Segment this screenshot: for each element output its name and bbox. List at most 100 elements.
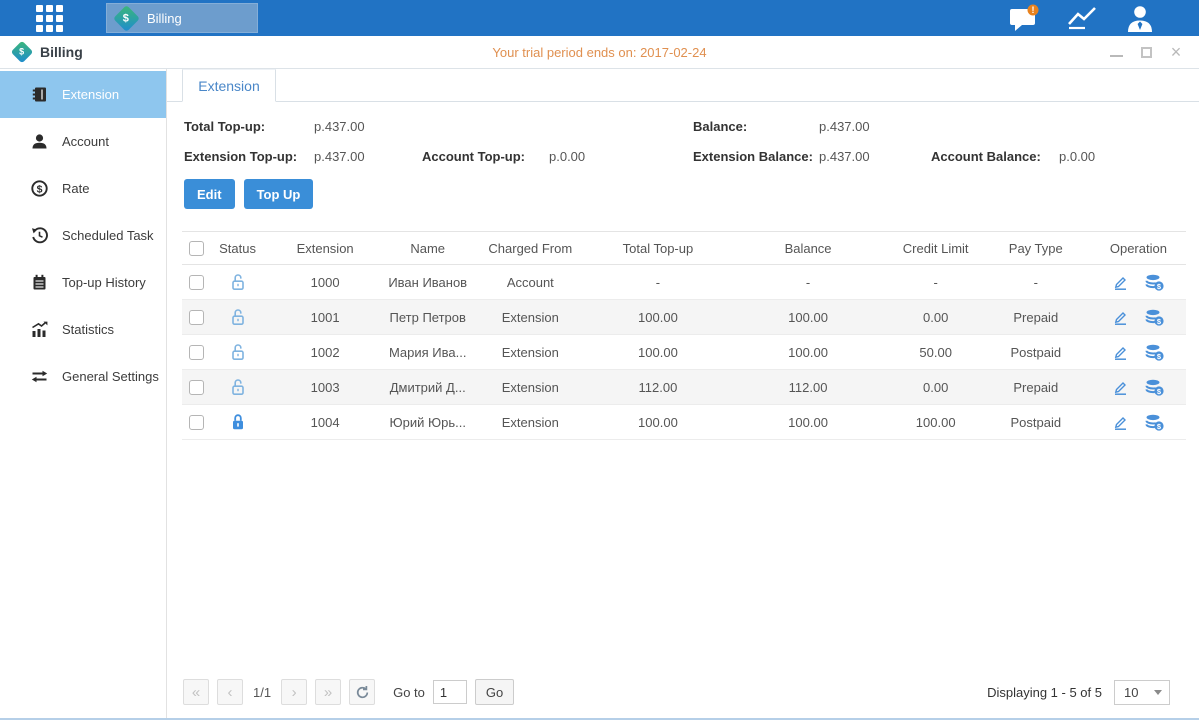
unlocked-icon xyxy=(229,273,247,291)
cell-extension: 1004 xyxy=(265,405,385,440)
taskbar-tab-billing[interactable]: $ Billing xyxy=(106,3,258,33)
unlocked-icon xyxy=(229,343,247,361)
cell-credit_limit: 0.00 xyxy=(891,370,981,405)
unlocked-icon xyxy=(229,308,247,326)
cell-credit_limit: 0.00 xyxy=(891,300,981,335)
sidebar-item-topup-history[interactable]: Top-up History xyxy=(0,259,166,306)
displaying-text: Displaying 1 - 5 of 5 xyxy=(987,685,1102,700)
maximize-icon[interactable] xyxy=(1139,45,1153,59)
cell-name: Дмитрий Д... xyxy=(385,370,470,405)
sliders-icon xyxy=(30,368,49,385)
edit-icon[interactable] xyxy=(1112,344,1129,361)
topup-icon[interactable]: $ xyxy=(1145,414,1164,431)
row-checkbox[interactable] xyxy=(189,345,204,360)
taskbar-tab-label: Billing xyxy=(147,11,182,26)
row-checkbox[interactable] xyxy=(189,275,204,290)
prev-page-button[interactable]: ‹ xyxy=(217,679,243,705)
cell-pay_type: Prepaid xyxy=(981,300,1091,335)
billing-diamond-icon: $ xyxy=(113,5,140,32)
sidebar-item-scheduled-task[interactable]: Scheduled Task xyxy=(0,212,166,259)
account-balance-label: Account Balance: xyxy=(931,149,1059,164)
messages-icon[interactable]: ! xyxy=(1007,4,1041,32)
next-page-button[interactable]: › xyxy=(281,679,307,705)
unlocked-icon xyxy=(229,378,247,396)
topup-icon[interactable]: $ xyxy=(1145,379,1164,396)
sidebar-item-label: Extension xyxy=(62,87,119,102)
cell-balance: 100.00 xyxy=(725,335,890,370)
sidebar-item-label: General Settings xyxy=(62,369,159,384)
table-body: 1000Иван ИвановAccount----$1001Петр Петр… xyxy=(182,265,1186,440)
billing-summary: Total Top-up: p.437.00 Balance: p.437.00… xyxy=(167,102,1199,164)
cell-credit_limit: 100.00 xyxy=(891,405,981,440)
last-page-button[interactable]: » xyxy=(315,679,341,705)
cell-total_top_up: - xyxy=(590,265,725,300)
user-account-icon[interactable] xyxy=(1125,4,1155,32)
column-header-name: Name xyxy=(385,232,470,265)
table-row: 1001Петр ПетровExtension100.00100.000.00… xyxy=(182,300,1186,335)
window-controls: × xyxy=(1109,45,1183,59)
row-checkbox[interactable] xyxy=(189,380,204,395)
page-size-select[interactable]: 10 xyxy=(1114,680,1170,705)
topup-icon[interactable]: $ xyxy=(1145,344,1164,361)
row-checkbox[interactable] xyxy=(189,310,204,325)
goto-label: Go to xyxy=(393,685,425,700)
history-clock-icon xyxy=(30,227,49,244)
cell-balance: - xyxy=(725,265,890,300)
trial-period-message: Your trial period ends on: 2017-02-24 xyxy=(0,45,1199,60)
account-top-up-value: p.0.00 xyxy=(549,149,693,164)
sidebar-item-general-settings[interactable]: General Settings xyxy=(0,353,166,400)
sidebar-item-account[interactable]: Account xyxy=(0,118,166,165)
column-header-pay_type: Pay Type xyxy=(981,232,1091,265)
cell-balance: 100.00 xyxy=(725,300,890,335)
chevron-down-icon xyxy=(1154,690,1162,695)
first-page-button[interactable]: « xyxy=(183,679,209,705)
edit-icon[interactable] xyxy=(1112,414,1129,431)
cell-extension: 1001 xyxy=(265,300,385,335)
cell-pay_type: Postpaid xyxy=(981,405,1091,440)
resource-monitor-icon[interactable] xyxy=(1065,5,1101,31)
edit-button[interactable]: Edit xyxy=(184,179,235,209)
topup-icon[interactable]: $ xyxy=(1145,309,1164,326)
total-top-up-value: p.437.00 xyxy=(314,119,422,134)
cell-extension: 1000 xyxy=(265,265,385,300)
apps-grid-icon[interactable] xyxy=(36,5,63,32)
cell-total_top_up: 112.00 xyxy=(590,370,725,405)
sidebar-item-rate[interactable]: $ Rate xyxy=(0,165,166,212)
close-icon[interactable]: × xyxy=(1169,45,1183,59)
edit-icon[interactable] xyxy=(1112,379,1129,396)
account-top-up-label: Account Top-up: xyxy=(422,149,549,164)
cell-pay_type: Postpaid xyxy=(981,335,1091,370)
total-top-up-label: Total Top-up: xyxy=(184,119,314,134)
notebook-icon xyxy=(30,274,49,291)
table-header-row: StatusExtensionNameCharged FromTotal Top… xyxy=(182,232,1186,265)
select-all-checkbox[interactable] xyxy=(189,241,204,256)
column-header-charged_from: Charged From xyxy=(470,232,590,265)
table-row: 1000Иван ИвановAccount----$ xyxy=(182,265,1186,300)
edit-icon[interactable] xyxy=(1112,274,1129,291)
taskbar: $ Billing ! xyxy=(0,0,1199,36)
top-up-button[interactable]: Top Up xyxy=(244,179,314,209)
bar-chart-icon xyxy=(30,321,49,338)
cell-charged_from: Extension xyxy=(470,370,590,405)
minimize-icon[interactable] xyxy=(1109,45,1123,59)
sidebar-item-statistics[interactable]: Statistics xyxy=(0,306,166,353)
balance-label: Balance: xyxy=(693,119,819,134)
badge-text: ! xyxy=(1032,5,1035,15)
tab-extension[interactable]: Extension xyxy=(182,69,276,102)
sidebar-item-extension[interactable]: Extension xyxy=(0,71,166,118)
topup-icon[interactable]: $ xyxy=(1145,274,1164,291)
svg-text:$: $ xyxy=(37,183,43,195)
locked-icon xyxy=(229,413,247,431)
page-size-value: 10 xyxy=(1124,685,1138,700)
go-button[interactable]: Go xyxy=(475,679,514,705)
row-checkbox[interactable] xyxy=(189,415,204,430)
refresh-button[interactable] xyxy=(349,679,375,705)
app-window: $ Billing ! xyxy=(0,0,1199,720)
edit-icon[interactable] xyxy=(1112,309,1129,326)
table-row: 1003Дмитрий Д...Extension112.00112.000.0… xyxy=(182,370,1186,405)
cell-balance: 112.00 xyxy=(725,370,890,405)
goto-page-input[interactable] xyxy=(433,680,467,704)
cell-extension: 1003 xyxy=(265,370,385,405)
cell-total_top_up: 100.00 xyxy=(590,300,725,335)
sidebar-item-label: Account xyxy=(62,134,109,149)
